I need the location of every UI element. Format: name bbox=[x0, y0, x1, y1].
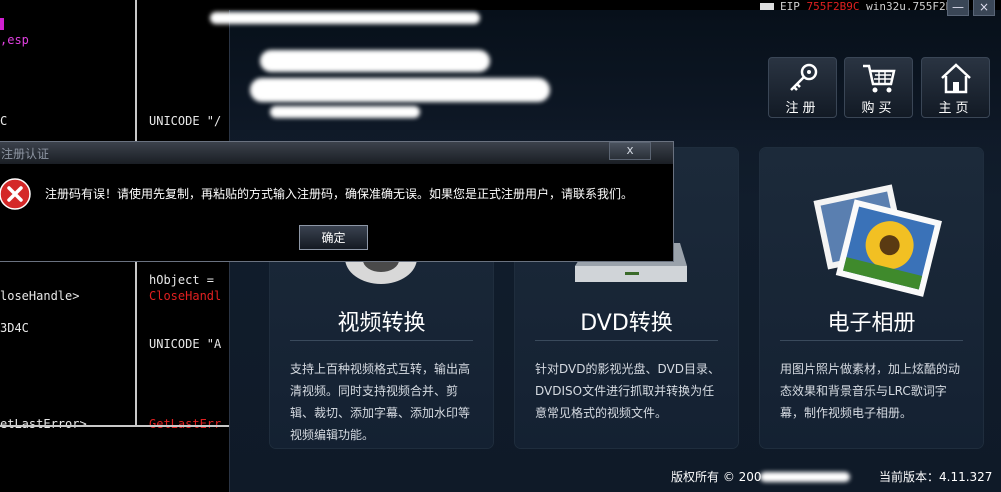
card-description: 针对DVD的影视光盘、DVD目录、DVDISO文件进行抓取并转换为任意常见格式的… bbox=[535, 362, 720, 420]
card-title: 视频转换 bbox=[337, 311, 426, 336]
card-description: 用图片照片做素材，加上炫酷的动态效果和背景音乐与LRC歌词字幕，制作视频电子相册… bbox=[780, 362, 961, 420]
dialog-title: 注册认证 bbox=[1, 147, 50, 161]
home-icon bbox=[940, 63, 971, 94]
comment-hobject: hObject = bbox=[149, 273, 215, 287]
error-icon bbox=[0, 178, 31, 210]
divider bbox=[290, 340, 473, 341]
card-title: DVD转换 bbox=[580, 311, 673, 336]
call-getlasterror-comment: GetLastErr bbox=[149, 417, 222, 431]
redaction bbox=[210, 12, 480, 24]
cart-icon bbox=[862, 64, 896, 93]
version-text: 当前版本：4.11.327 bbox=[879, 470, 993, 484]
error-message: 注册码有误！请使用先复制，再粘贴的方式输入注册码，确保准确无误。如果您是正式注册… bbox=[45, 187, 634, 201]
minimize-button[interactable]: — bbox=[947, 0, 969, 16]
call-getlasterror: etLastError> bbox=[0, 417, 87, 431]
redaction bbox=[270, 106, 420, 118]
ok-button[interactable]: 确定 bbox=[299, 225, 368, 250]
register-label: 注册 bbox=[785, 101, 820, 116]
card-description: 支持上百种视频格式互转，输出高清视频。同时支持视频合并、剪辑、裁切、添加字幕、添… bbox=[290, 362, 471, 442]
window-controls: — × bbox=[947, 0, 995, 16]
redaction bbox=[250, 78, 550, 102]
comment-unicode-2: UNICODE "A bbox=[149, 337, 222, 351]
photo-album-art bbox=[760, 148, 983, 298]
highlight-marker bbox=[0, 18, 4, 30]
home-button[interactable]: 主页 bbox=[921, 57, 990, 118]
card-title: 电子相册 bbox=[827, 311, 916, 336]
call-closehandle-comment: CloseHandl bbox=[149, 289, 222, 303]
call-closehandle: loseHandle> bbox=[0, 289, 80, 303]
register-button[interactable]: 注册 bbox=[768, 57, 837, 118]
dialog-close-button[interactable]: x bbox=[609, 142, 651, 160]
divider bbox=[780, 340, 963, 341]
pane-separator bbox=[0, 425, 230, 427]
redaction bbox=[760, 472, 850, 482]
home-label: 主页 bbox=[938, 101, 973, 116]
buy-button[interactable]: 购买 bbox=[844, 57, 913, 118]
asm-line: C bbox=[0, 114, 8, 128]
registration-error-dialog: 注册认证 x 注册码有误！请使用先复制，再粘贴的方式输入注册码，确保准确无误。如… bbox=[0, 141, 674, 262]
divider bbox=[535, 340, 718, 341]
buy-label: 购买 bbox=[861, 101, 896, 116]
dialog-titlebar: 注册认证 bbox=[0, 142, 673, 164]
redaction bbox=[260, 50, 490, 72]
close-window-button[interactable]: × bbox=[973, 0, 995, 16]
copyright-text: 版权所有 © 200 bbox=[671, 470, 762, 484]
comment-unicode: UNICODE "/ bbox=[149, 114, 222, 128]
asm-operand: ,esp bbox=[0, 33, 29, 47]
key-icon bbox=[789, 63, 817, 91]
card-photo-album[interactable]: 电子相册 用图片照片做素材，加上炫酷的动态效果和背景音乐与LRC歌词字幕，制作视… bbox=[760, 148, 983, 448]
asm-address: 3D4C bbox=[0, 321, 29, 335]
